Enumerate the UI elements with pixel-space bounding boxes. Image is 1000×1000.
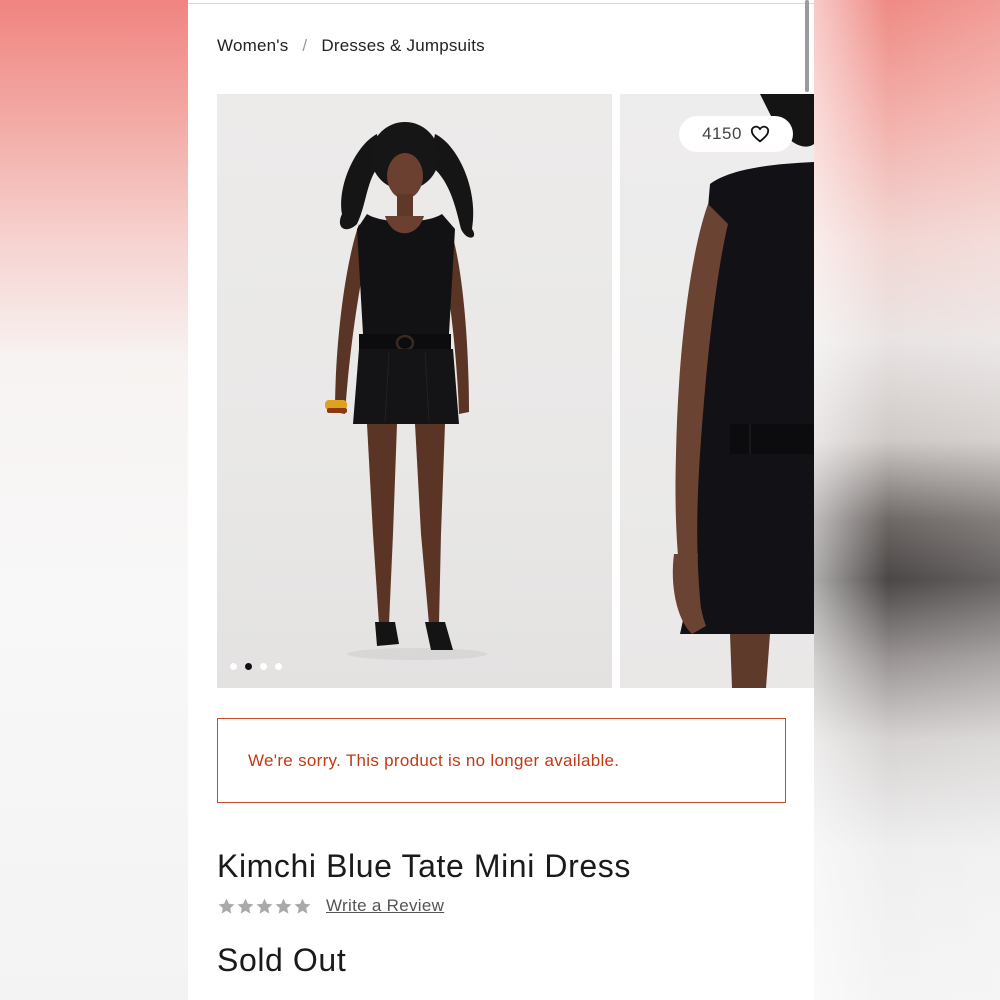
star-icon bbox=[218, 898, 235, 914]
star-icon bbox=[294, 898, 311, 914]
write-review-link[interactable]: Write a Review bbox=[326, 896, 444, 916]
rating-row: Write a Review bbox=[217, 896, 444, 916]
scrollbar[interactable] bbox=[805, 0, 809, 92]
product-image-main[interactable] bbox=[217, 94, 612, 688]
unavailable-alert: We're sorry. This product is no longer a… bbox=[217, 718, 786, 803]
star-rating bbox=[217, 897, 312, 916]
carousel-dot-active[interactable] bbox=[245, 663, 252, 670]
likes-count: 4150 bbox=[702, 124, 742, 143]
stock-status: Sold Out bbox=[217, 942, 347, 978]
wishlist-button[interactable]: 4150 bbox=[679, 116, 793, 152]
star-icon bbox=[237, 898, 254, 914]
product-page: Women's / Dresses & Jumpsuits 4150 We're… bbox=[188, 0, 814, 1000]
breadcrumb: Women's / Dresses & Jumpsuits bbox=[217, 36, 485, 56]
carousel-dot[interactable] bbox=[230, 663, 237, 670]
star-icon bbox=[275, 898, 292, 914]
carousel-dot[interactable] bbox=[260, 663, 267, 670]
breadcrumb-item-dresses-jumpsuits[interactable]: Dresses & Jumpsuits bbox=[321, 36, 484, 56]
blurred-backdrop-right bbox=[814, 0, 1000, 1000]
model-side-closeup-photo bbox=[672, 94, 814, 688]
carousel-dot[interactable] bbox=[275, 663, 282, 670]
breadcrumb-separator: / bbox=[302, 36, 308, 55]
carousel-dots[interactable] bbox=[230, 663, 282, 670]
heart-outline-icon bbox=[750, 125, 769, 143]
model-full-body-photo bbox=[325, 122, 487, 660]
header-divider bbox=[188, 3, 814, 4]
blurred-backdrop-left bbox=[0, 0, 188, 1000]
star-icon bbox=[256, 898, 273, 914]
product-image-secondary[interactable] bbox=[620, 94, 814, 688]
product-title: Kimchi Blue Tate Mini Dress bbox=[217, 848, 631, 884]
breadcrumb-item-womens[interactable]: Women's bbox=[217, 36, 288, 56]
alert-message: We're sorry. This product is no longer a… bbox=[248, 750, 620, 770]
